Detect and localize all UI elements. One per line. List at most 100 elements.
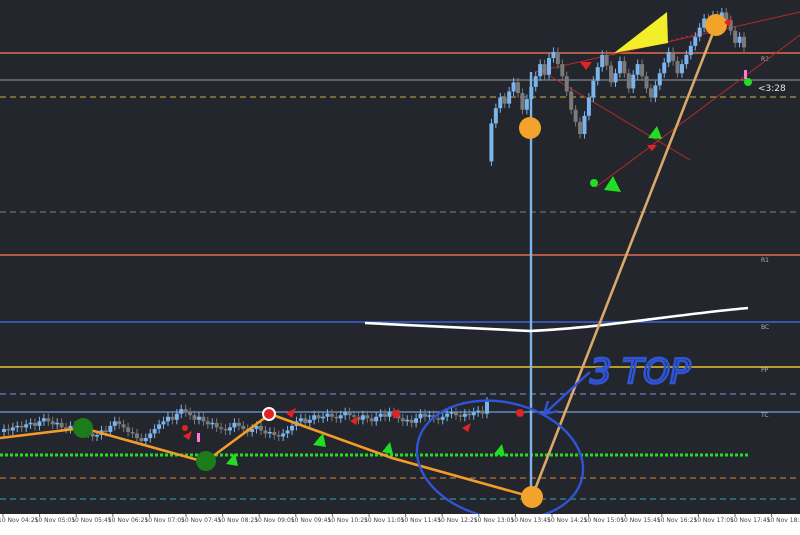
candle-body: [414, 418, 419, 423]
time-tick-label: 10 Nov 09:45: [291, 517, 332, 524]
green-up-arrow: [648, 126, 662, 139]
time-tick-label: 10 Nov 17:45: [730, 517, 771, 524]
candle-body: [46, 418, 51, 422]
time-tick-label: 10 Nov 16:25: [657, 517, 698, 524]
candle-body: [126, 427, 131, 432]
candle-body: [648, 88, 653, 98]
candle-body: [267, 431, 272, 434]
candle-body: [586, 97, 591, 116]
signal-arrows: [182, 18, 752, 466]
candle-body: [90, 433, 95, 437]
candle-body: [511, 82, 516, 92]
green-up-arrow: [382, 442, 393, 454]
candle-body: [121, 424, 126, 428]
time-tick-label: 10 Nov 11:45: [401, 517, 442, 524]
candle-body: [117, 421, 122, 425]
candle-body: [95, 435, 100, 437]
candle-body: [205, 421, 210, 425]
candle-body: [600, 55, 605, 68]
candle-body: [737, 36, 742, 43]
level-labels: R2 R1 BC PP TC: [760, 56, 769, 419]
candle-body: [644, 76, 649, 89]
candle-body: [276, 435, 281, 437]
candle-body: [37, 421, 42, 426]
green-dot-marker: [590, 179, 598, 187]
candle-body: [55, 422, 60, 425]
candle-body: [453, 412, 458, 416]
countdown-label: <3:28: [758, 84, 786, 94]
candle-body: [227, 427, 232, 431]
time-tick-label: 10 Nov 10:25: [327, 517, 368, 524]
candle-body: [604, 55, 609, 66]
candle-body: [502, 97, 507, 104]
candle-body: [108, 425, 113, 432]
candle-body: [697, 27, 702, 37]
time-tick-label: 10 Nov 05:45: [71, 517, 112, 524]
candle-body: [671, 51, 676, 62]
candle-body: [316, 415, 321, 419]
candle-body: [214, 422, 219, 428]
price-chart: R2 R1 BC PP TC 3 TOP <3:28 10 Nov 04:251…: [0, 7, 800, 535]
candle-body: [480, 410, 485, 414]
time-tick-label: 10 Nov 04:25: [0, 517, 39, 524]
orange-swing-high: [705, 14, 727, 36]
candle-body: [458, 415, 463, 417]
candle-body: [733, 30, 738, 43]
green-up-arrow: [313, 433, 326, 447]
candle-body: [520, 93, 525, 110]
candle-body: [281, 433, 286, 437]
candle-body: [573, 109, 578, 122]
candle-body: [374, 416, 379, 422]
time-tick-label: 10 Nov 09:05: [254, 517, 295, 524]
candle-body: [507, 91, 512, 104]
candle-body: [409, 419, 414, 423]
candle-body: [609, 65, 614, 83]
candle-body: [578, 121, 583, 135]
candle-body: [418, 413, 423, 419]
candle-body: [130, 431, 135, 434]
candle-body: [188, 412, 193, 416]
annotation-3-top: 3 TOP: [590, 352, 691, 392]
white-red-swing-marker: [262, 407, 276, 421]
time-tick-label: 10 Nov 15:45: [620, 517, 661, 524]
candle-body: [617, 61, 622, 74]
red-down-arrow: [462, 423, 471, 432]
candle-body: [192, 415, 197, 420]
green-up-arrow: [494, 444, 505, 456]
level-label-pp: PP: [761, 367, 769, 374]
candle-body: [201, 416, 206, 422]
candle-body: [272, 431, 277, 435]
candle-body: [143, 438, 148, 442]
candle-body: [405, 419, 410, 422]
candle-body: [365, 415, 370, 419]
candle-body: [524, 99, 529, 110]
candle-body: [679, 64, 684, 74]
red-dot-marker: [516, 409, 524, 417]
candle-body: [347, 412, 352, 416]
candle-body: [564, 76, 569, 92]
time-tick-label: 10 Nov 13:45: [510, 517, 551, 524]
candle-body: [484, 401, 489, 414]
candle-body: [360, 415, 365, 420]
level-label-bc: BC: [761, 324, 769, 331]
candle-body: [547, 58, 552, 75]
candle-body: [387, 412, 392, 417]
candle-body: [161, 421, 166, 425]
candle-body: [542, 64, 547, 75]
red-down-arrow: [183, 431, 192, 440]
yellow-triangle-marker: [614, 12, 668, 53]
candle-body: [688, 45, 693, 55]
candle-body: [440, 416, 445, 420]
time-tick-label: 10 Nov 07:45: [181, 517, 222, 524]
candle-body: [15, 425, 20, 428]
time-tick-label: 10 Nov 08:25: [218, 517, 259, 524]
candle-body: [383, 413, 388, 417]
candle-body: [334, 416, 339, 419]
candle-body: [693, 36, 698, 46]
candle-body: [223, 428, 228, 431]
candle-body: [219, 427, 224, 429]
hand-drawn-annotation: 3 TOP: [415, 351, 692, 521]
candle-body: [174, 413, 179, 420]
candle-body: [653, 85, 658, 98]
red-dot-marker: [392, 410, 400, 418]
